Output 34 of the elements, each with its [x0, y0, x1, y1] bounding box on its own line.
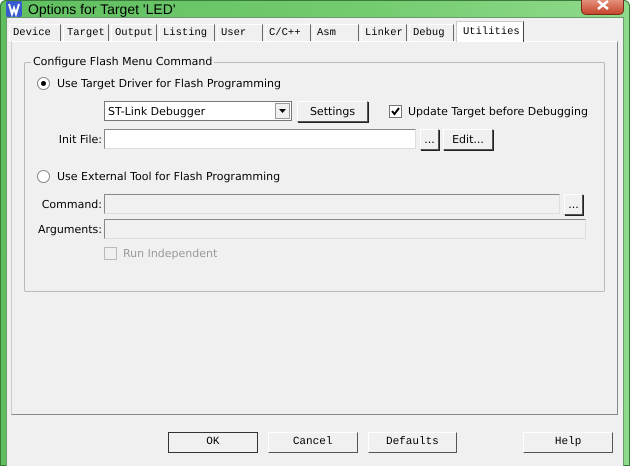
tab[interactable]: Target [63, 24, 109, 41]
tab[interactable]: Listing [159, 24, 215, 41]
init-file-field[interactable] [104, 129, 416, 149]
tab[interactable]: User [217, 24, 263, 41]
radio-label: Use External Tool for Flash Programming [57, 170, 280, 182]
dialog-button[interactable]: OK [168, 432, 258, 452]
dialog-button[interactable]: Defaults [368, 432, 458, 452]
checkbox[interactable] [389, 104, 402, 118]
app-icon [6, 1, 22, 17]
checkbox-label: Run Independent [123, 246, 218, 260]
checkbox-label: Update Target before Debugging [408, 104, 588, 118]
settings-button[interactable]: Settings [297, 100, 368, 122]
tab[interactable]: Device [9, 24, 61, 41]
tab[interactable]: Utilities [456, 21, 524, 42]
close-icon [596, 0, 608, 10]
field-label: Arguments: [36, 222, 103, 236]
tab[interactable]: Linker [361, 24, 407, 41]
field-label: Command: [40, 198, 103, 210]
tab[interactable]: Output [111, 24, 157, 41]
tab[interactable]: Asm [313, 24, 359, 41]
radio-button[interactable] [37, 76, 50, 90]
dialog-button[interactable]: Help [523, 432, 613, 452]
dialog-button[interactable]: Cancel [268, 432, 358, 452]
browse-button[interactable]: ... [420, 128, 439, 150]
tab[interactable]: Debug [409, 24, 454, 41]
radio-button[interactable] [37, 170, 50, 182]
driver-dropdown[interactable]: ST-Link Debugger [104, 101, 292, 121]
edit-button[interactable]: Edit... [443, 128, 493, 150]
radio-label: Use Target Driver for Flash Programming [57, 76, 282, 90]
group-title: Configure Flash Menu Command [31, 55, 214, 68]
tab[interactable]: C/C++ [265, 24, 311, 41]
field-label: Init File: [58, 132, 103, 146]
window-title: Options for Target 'LED' [28, 1, 176, 17]
close-button[interactable] [581, 0, 624, 14]
